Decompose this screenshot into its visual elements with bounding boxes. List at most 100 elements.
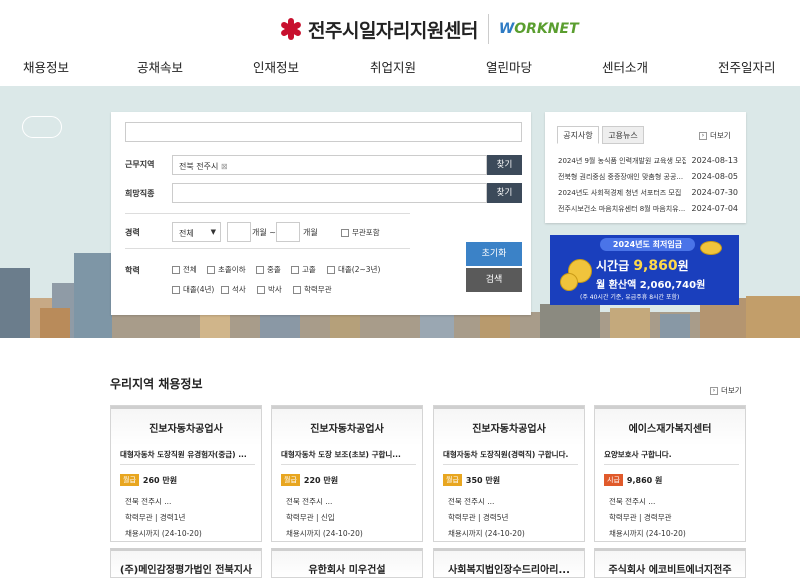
location-label: 근무지역 [125,160,155,169]
logo-divider [487,14,489,44]
career-select[interactable]: 전체 ▼ [172,222,221,242]
edu-checkbox-doctor[interactable]: 박사 [257,284,282,295]
edu-checkbox-elementary[interactable]: 초졸이하 [207,264,246,275]
divider [281,464,416,465]
nav-center-intro[interactable]: 센터소개 [602,57,648,76]
banner-pill: 2024년도 최저임금 [600,238,695,251]
edu-checkbox-high[interactable]: 고졸 [291,264,316,275]
job-title: 대형자동차 도장 보조(초보) 구합니... [281,450,401,459]
job-deadline: 채용시까지 (24-10-20) [609,529,686,538]
jobs-more-link[interactable]: › 더보기 [710,385,742,396]
job-title: 요양보호사 구합니다. [604,450,672,459]
company-name: 진보자동차공업사 [434,406,584,446]
company-name: (주)메인감정평가법인 전북지사 [119,565,253,576]
career-min-input[interactable] [227,222,251,242]
notice-more-link[interactable]: › 더보기 [699,130,731,141]
logo-flower-icon [279,18,303,40]
nav-jeonju-jobs[interactable]: 전주일자리 [718,57,776,76]
job-location: 전북 전주시 ... [125,497,172,506]
edu-checkbox-college[interactable]: 대졸(2~3년) [327,264,380,275]
job-type-find-button[interactable]: 찾기 [487,183,522,203]
job-deadline: 채용시까지 (24-10-20) [448,529,525,538]
job-deadline: 채용시까지 (24-10-20) [125,529,202,538]
pay-info: 월급 220 만원 [281,474,338,486]
career-any-checkbox[interactable]: 무관포함 [341,227,380,238]
months-to-label: 개월 [303,228,318,237]
job-card[interactable]: 주식회사 에코비트에너지전주 [594,548,746,578]
company-name: 에이스재가복지센터 [595,406,745,446]
edu-checkbox-all[interactable]: 전체 [172,264,197,275]
company-name: 유한회사 미우건설 [308,565,386,576]
divider [125,213,410,214]
job-card[interactable]: 진보자동차공업사 대형자동차 도장직원 유경험자(중급) ... 월급 260 만… [110,405,262,542]
job-search-panel: 근무지역 전북 전주시 ⊠ 찾기 희망직종 찾기 경력 전체 ▼ 개월 ~ 개월 … [111,112,531,315]
edu-checkbox-university[interactable]: 대졸(4년) [172,284,214,295]
job-card[interactable]: 진보자동차공업사 대형자동차 도장직원(경력직) 구합니다. 월급 350 만원 … [433,405,585,542]
location-find-button[interactable]: 찾기 [487,155,522,175]
job-title: 대형자동차 도장직원 유경험자(중급) ... [120,450,247,459]
main-nav: 채용정보 공채속보 인재정보 취업지원 열린마당 센터소개 전주일자리 [0,52,800,80]
job-requirements: 학력무관 | 경력5년 [448,513,509,522]
nav-talent-info[interactable]: 인재정보 [253,57,299,76]
notice-item[interactable]: 2024년도 사회적경제 청년 서포터즈 모집 2024-07-30 [558,188,738,198]
job-title: 대형자동차 도장직원(경력직) 구합니다. [443,450,569,459]
keyword-search-input[interactable] [125,122,522,142]
notice-item[interactable]: 2024년 9월 농식품 인력개발원 교육생 모집 2024-08-13 [558,156,738,166]
cloud-icon [22,116,62,138]
job-card[interactable]: 사회복지법인장수드리아리... [433,548,585,578]
job-type-field[interactable] [172,183,487,203]
divider [443,464,578,465]
job-requirements: 학력무관 | 경력1년 [125,513,186,522]
career-max-input[interactable] [276,222,300,242]
job-card[interactable]: (주)메인감정평가법인 전북지사 [110,548,262,578]
job-requirements: 학력무관 | 경력무관 [609,513,672,522]
coin-icon [560,273,578,291]
job-location: 전북 전주시 ... [286,497,333,506]
job-location: 전북 전주시 ... [609,497,656,506]
job-type-label: 희망직종 [125,189,155,198]
tab-employment-news[interactable]: 고용뉴스 [602,126,644,144]
site-header: 전주시일자리지원센터 WORKNET [0,0,800,60]
nav-open-forum[interactable]: 열린마당 [486,57,532,76]
chevron-right-icon: › [699,131,707,140]
pay-info: 월급 260 만원 [120,474,177,486]
company-name: 진보자동차공업사 [111,406,261,446]
job-location: 전북 전주시 ... [448,497,495,506]
worknet-logo[interactable]: WORKNET [499,21,579,37]
job-card[interactable]: 유한회사 미우건설 [271,548,423,578]
site-title: 전주시일자리지원센터 [308,19,478,42]
edu-checkbox-master[interactable]: 석사 [221,284,246,295]
edu-checkbox-middle[interactable]: 중졸 [256,264,281,275]
remove-chip-icon[interactable]: ⊠ [221,162,228,171]
site-logo[interactable]: 전주시일자리지원센터 WORKNET [279,14,579,44]
job-card[interactable]: 진보자동차공업사 대형자동차 도장 보조(초보) 구합니... 월급 220 만원… [271,405,423,542]
reset-button[interactable]: 초기화 [466,242,522,266]
divider [120,464,255,465]
edu-checkbox-any[interactable]: 학력무관 [293,284,332,295]
search-button[interactable]: 검색 [466,268,522,292]
minimum-wage-banner[interactable]: 2024년도 최저임금 시간급 9,860원 월 환산액 2,060,740원 … [550,235,739,305]
job-requirements: 학력무관 | 신입 [286,513,335,522]
coin-icon [700,241,722,255]
nav-public-recruit[interactable]: 공채속보 [137,57,183,76]
company-name: 사회복지법인장수드리아리... [448,565,570,576]
notice-item[interactable]: 전북형 권리중심 중증장애인 맞춤형 공공... 2024-08-05 [558,172,738,182]
job-card[interactable]: 에이스재가복지센터 요양보호사 구합니다. 시급 9,860 원 전북 전주시 .… [594,405,746,542]
notice-panel: 공지사항 고용뉴스 › 더보기 2024년 9월 농식품 인력개발원 교육생 모집… [545,112,746,223]
months-from-label: 개월 ~ [252,228,276,237]
job-deadline: 채용시까지 (24-10-20) [286,529,363,538]
divider [125,248,410,249]
tab-notice[interactable]: 공지사항 [557,126,599,144]
career-label: 경력 [125,228,140,237]
chevron-right-icon: › [710,386,718,395]
monthly-wage: 월 환산액 2,060,740원 [596,280,706,291]
dropdown-arrow-icon: ▼ [210,228,216,236]
location-chip: 전북 전주시 [179,162,219,171]
nav-job-info[interactable]: 채용정보 [23,57,69,76]
divider [604,464,739,465]
location-field[interactable]: 전북 전주시 ⊠ [172,155,487,175]
notice-item[interactable]: 전주시보건소 마음치유센터 8월 마음치유... 2024-07-04 [558,204,738,214]
hourly-wage: 시간급 9,860원 [596,258,689,274]
education-label: 학력 [125,266,140,275]
nav-employment-support[interactable]: 취업지원 [370,57,416,76]
